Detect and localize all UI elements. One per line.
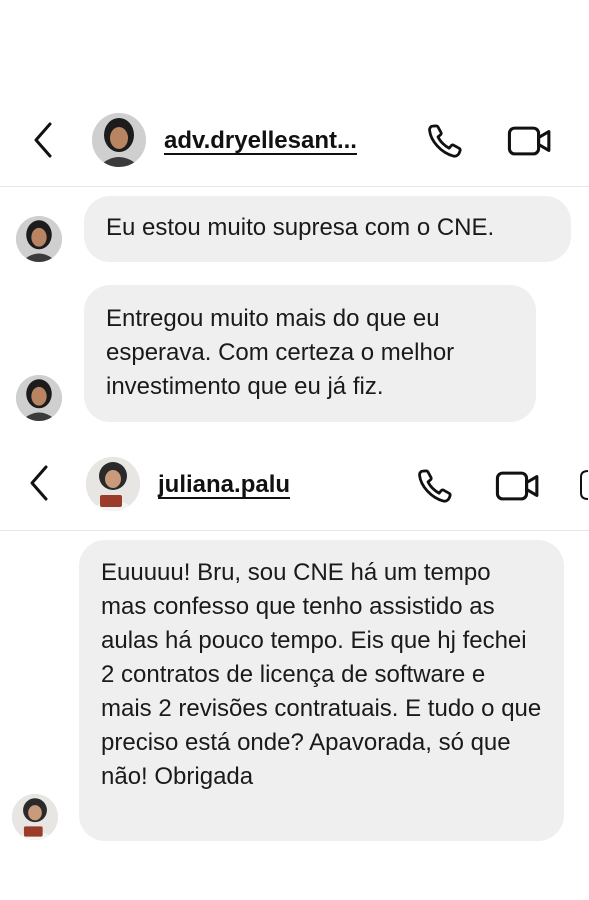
- phone-icon[interactable]: [424, 120, 466, 162]
- avatar: [16, 216, 62, 262]
- chat-header: adv.dryellesant...: [0, 105, 589, 175]
- phone-icon[interactable]: [414, 465, 456, 507]
- chevron-left-icon[interactable]: [30, 120, 56, 160]
- chat-thread-2: juliana.palu Euuuuu! Bru, sou CNE há um …: [0, 440, 589, 900]
- video-camera-icon[interactable]: [506, 120, 554, 162]
- avatar[interactable]: [86, 457, 140, 511]
- avatar[interactable]: [92, 113, 146, 167]
- message-bubble: Euuuuu! Bru, sou CNE há um tempo mas con…: [79, 540, 564, 841]
- video-camera-icon[interactable]: [494, 465, 542, 507]
- chat-username[interactable]: adv.dryellesant...: [164, 127, 357, 155]
- avatar: [16, 375, 62, 421]
- header-divider: [0, 186, 589, 187]
- avatar: [12, 794, 58, 840]
- message-bubble: Entregou muito mais do que eu esperava. …: [84, 285, 536, 422]
- info-icon[interactable]: [578, 467, 589, 503]
- chat-thread-1: adv.dryellesant... Eu estou muito supres…: [0, 0, 589, 440]
- chat-header: juliana.palu: [0, 448, 589, 518]
- header-divider: [0, 530, 589, 531]
- message-bubble: Eu estou muito supresa com o CNE.: [84, 196, 571, 262]
- chevron-left-icon[interactable]: [26, 463, 52, 503]
- chat-username[interactable]: juliana.palu: [158, 471, 290, 499]
